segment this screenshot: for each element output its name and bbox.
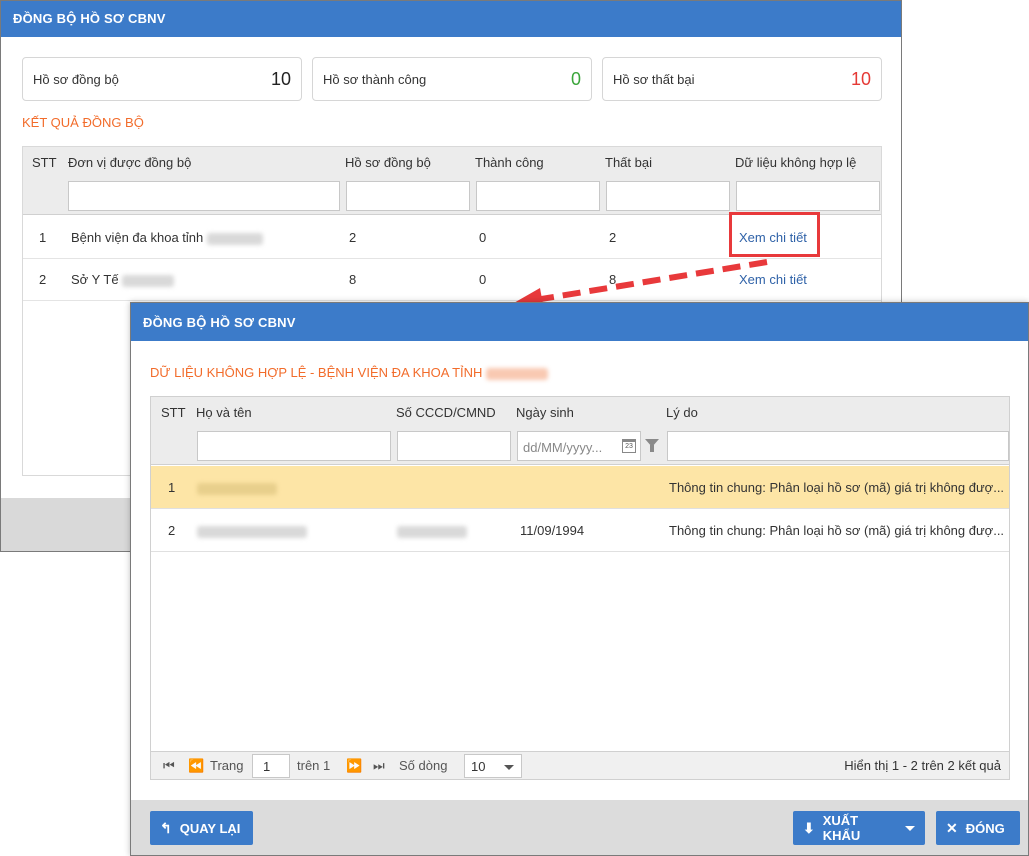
filter-dob-input[interactable]: dd/MM/yyyy... 23 <box>517 431 641 461</box>
row-dob: 11/09/1994 <box>520 523 585 538</box>
row-reason: Thông tin chung: Phân loại hồ sơ (mã) gi… <box>669 523 1005 538</box>
filter-id-input[interactable] <box>397 431 511 461</box>
col-stt: STT <box>161 405 186 420</box>
col-dob: Ngày sinh <box>516 405 574 420</box>
chevron-down-icon <box>905 825 915 831</box>
page-label: Trang <box>210 758 244 773</box>
section-label: DỮ LIỆU KHÔNG HỢP LỆ - BỆNH VIỆN ĐA KHOA… <box>150 365 549 380</box>
row-name <box>197 523 307 538</box>
row-stt: 2 <box>168 523 176 538</box>
page-total-label: trên 1 <box>297 758 331 773</box>
last-page-icon[interactable]: ⏭ <box>373 758 385 774</box>
close-button[interactable]: ✕ ĐÓNG <box>936 811 1020 845</box>
chevron-down-icon <box>504 765 514 770</box>
filter-name-input[interactable] <box>197 431 391 461</box>
row-name <box>197 480 277 495</box>
col-id: Số CCCD/CMND <box>396 405 496 420</box>
pager-summary: Hiển thị 1 - 2 trên 2 kết quả <box>844 758 1001 773</box>
filter-reason-input[interactable] <box>667 431 1009 461</box>
first-page-icon[interactable]: ⏮ <box>163 758 175 774</box>
row-stt: 1 <box>168 480 176 495</box>
prev-page-icon[interactable]: ⏪ <box>188 758 204 774</box>
dialog-footer: ↰ QUAY LẠI ⬇ XUẤT KHẨU ✕ ĐÓNG <box>131 800 1028 855</box>
rows-per-page-label: Số dòng <box>399 758 448 773</box>
row-id <box>397 523 467 538</box>
dialog-title: ĐỒNG BỘ HỒ SƠ CBNV <box>131 303 1028 341</box>
table-row[interactable]: 2 11/09/1994 Thông tin chung: Phân loại … <box>151 509 1009 552</box>
page-number-input[interactable]: 1 <box>252 754 290 778</box>
pager: ⏮ ⏪ Trang 1 trên 1 ⏩ ⏭ Số dòng 10 Hiển t… <box>151 751 1009 779</box>
back-button[interactable]: ↰ QUAY LẠI <box>150 811 253 845</box>
col-name: Họ và tên <box>196 405 252 420</box>
rows-per-page-select[interactable]: 10 <box>464 754 522 778</box>
table-row[interactable]: 1 Thông tin chung: Phân loại hồ sơ (mã) … <box>151 466 1009 509</box>
download-icon: ⬇ <box>803 819 815 836</box>
back-arrow-icon: ↰ <box>160 819 172 836</box>
grid-header: STT Họ và tên Số CCCD/CMND Ngày sinh Lý … <box>151 397 1009 465</box>
row-reason: Thông tin chung: Phân loại hồ sơ (mã) gi… <box>669 480 1005 495</box>
invalid-data-grid: STT Họ và tên Số CCCD/CMND Ngày sinh Lý … <box>150 396 1010 780</box>
invalid-data-dialog: ĐỒNG BỘ HỒ SƠ CBNV DỮ LIỆU KHÔNG HỢP LỆ … <box>130 302 1029 856</box>
col-reason: Lý do <box>666 405 698 420</box>
calendar-icon[interactable]: 23 <box>622 439 636 453</box>
export-button[interactable]: ⬇ XUẤT KHẨU <box>793 811 925 845</box>
filter-icon[interactable] <box>645 439 659 452</box>
close-icon: ✕ <box>946 819 958 836</box>
next-page-icon[interactable]: ⏩ <box>346 758 362 774</box>
